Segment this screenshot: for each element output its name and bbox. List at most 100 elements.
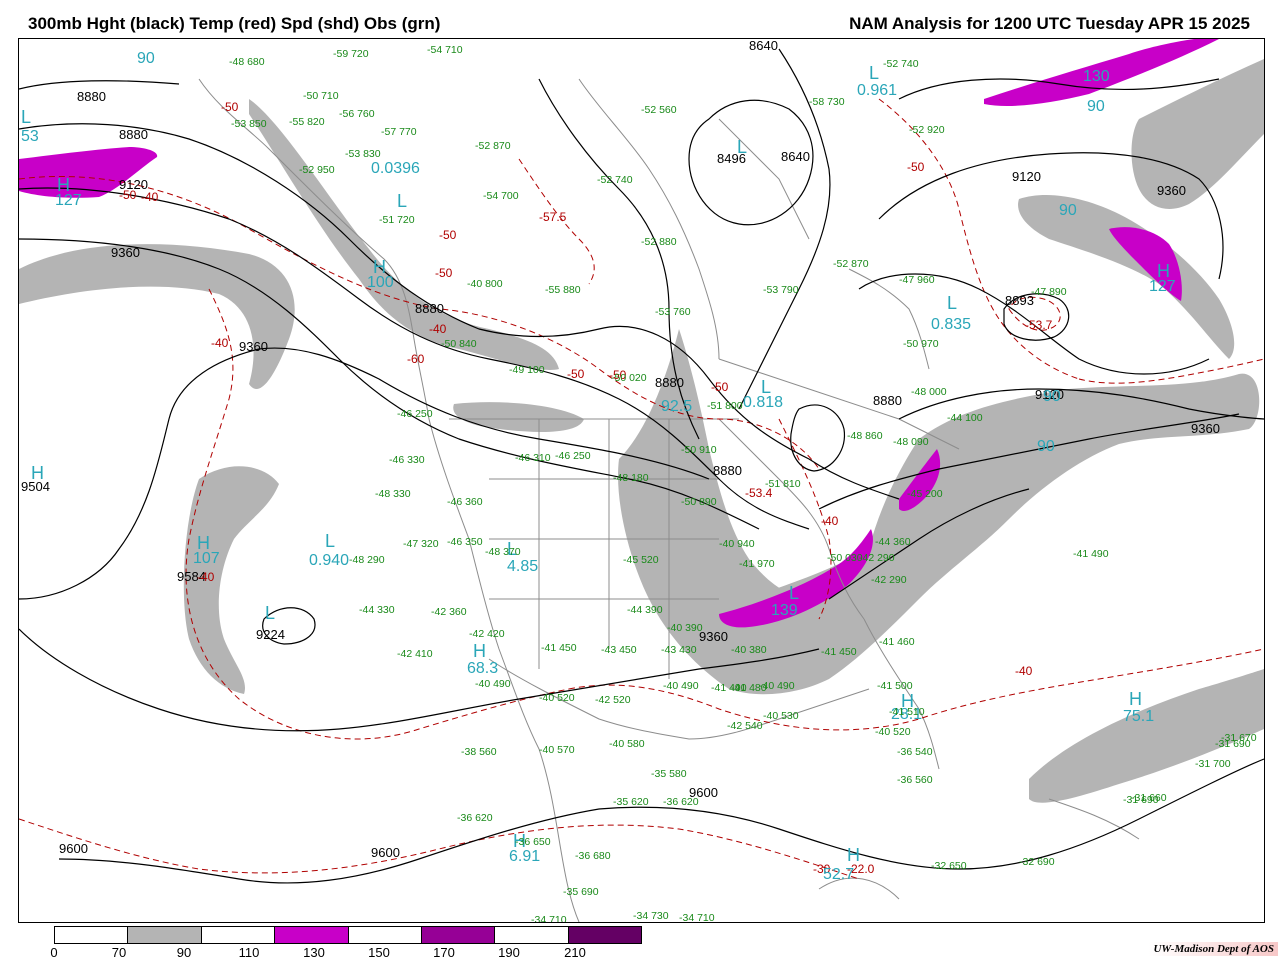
speed-label: 130 xyxy=(1083,68,1110,85)
high-center: H xyxy=(1157,261,1170,281)
observation: -54 710 xyxy=(427,44,463,56)
observation: -46 350 xyxy=(447,536,483,548)
observation: -47 320 xyxy=(403,538,439,550)
temperature-label: -50 xyxy=(711,380,729,394)
observation: -55 820 xyxy=(289,116,325,128)
observation: -56 760 xyxy=(339,108,375,120)
observation: -48 290 xyxy=(349,554,385,566)
speed-label: 90 xyxy=(1059,202,1077,219)
observation: -46 250 xyxy=(555,450,591,462)
height-label: 9360 xyxy=(111,245,140,260)
temperature-label: -50 xyxy=(435,266,453,280)
height-label: 8640 xyxy=(749,39,778,53)
speed-label: 92.5 xyxy=(661,398,692,415)
temperature-label: -60 xyxy=(407,352,425,366)
height-label: 9600 xyxy=(371,845,400,860)
temperature-label: -50 xyxy=(567,367,585,381)
temperature-label: -40 xyxy=(141,190,159,204)
high-center: H xyxy=(847,845,860,865)
legend-tick: 130 xyxy=(303,945,325,960)
observation: -44 360 xyxy=(875,536,911,548)
weather-map: 8880 8880 9120 9360 9360 8880 8640 8496 … xyxy=(18,38,1265,923)
observation: -48 090 xyxy=(893,436,929,448)
observation: -51 810 xyxy=(765,478,801,490)
observation: -40 800 xyxy=(467,278,503,290)
height-label: 9360 xyxy=(1191,421,1220,436)
low-center: L xyxy=(397,191,407,211)
credit-label: UW-Madison Dept of AOS xyxy=(1149,942,1278,956)
observation: -42 520 xyxy=(595,694,631,706)
observation: -48 330 xyxy=(375,488,411,500)
legend-tick: 150 xyxy=(368,945,390,960)
high-center: H xyxy=(31,463,44,483)
speed-label: 52.7 xyxy=(823,866,854,883)
legend-tick-labels: 0 70 90 110 130 150 170 190 210 xyxy=(0,945,660,961)
observation: -42 420 xyxy=(469,628,505,640)
legend-tick: 170 xyxy=(433,945,455,960)
temperature-label: -40 xyxy=(821,514,839,528)
observation: -52 740 xyxy=(597,174,633,186)
observation: -46 310 xyxy=(515,452,551,464)
legend-swatch xyxy=(128,927,202,943)
observation: -48 000 xyxy=(911,386,947,398)
height-label: 8880 xyxy=(713,463,742,478)
observation: -34 710 xyxy=(531,914,567,922)
height-label: 9360 xyxy=(239,339,268,354)
observation: -52 950 xyxy=(299,164,335,176)
observation: -47 960 xyxy=(899,274,935,286)
observation: -52 870 xyxy=(475,140,511,152)
observation: -40 520 xyxy=(875,726,911,738)
observation: -41 970 xyxy=(739,558,775,570)
observation: -44 100 xyxy=(947,412,983,424)
observation: -35 690 xyxy=(563,886,599,898)
observation: -40 580 xyxy=(609,738,645,750)
high-center: H xyxy=(57,175,70,195)
observation: -43 450 xyxy=(601,644,637,656)
observation: -40 570 xyxy=(539,744,575,756)
height-label: 8880 xyxy=(77,89,106,104)
temperature-label: -53.7 xyxy=(1025,318,1053,332)
observation: -48 860 xyxy=(847,430,883,442)
observation: -36 650 xyxy=(515,836,551,848)
observation: -52 870 xyxy=(833,258,869,270)
observation: -42 290 xyxy=(859,552,895,564)
observation: -36 560 xyxy=(897,774,933,786)
low-center: L xyxy=(947,293,957,313)
legend-tick: 110 xyxy=(238,945,260,960)
observation: -48 180 xyxy=(613,472,649,484)
observation: -57 770 xyxy=(381,126,417,138)
low-center: L xyxy=(21,107,31,127)
observation: -41 490 xyxy=(1073,548,1109,560)
observation: -42 540 xyxy=(727,720,763,732)
speed-label: 53 xyxy=(21,128,39,145)
observation: -51 800 xyxy=(707,400,743,412)
observation: -36 620 xyxy=(663,796,699,808)
height-label: 9600 xyxy=(59,841,88,856)
observation: -40 490 xyxy=(663,680,699,692)
speed-label: 90 xyxy=(1037,438,1055,455)
observation: -40 520 xyxy=(539,692,575,704)
observation: -51 720 xyxy=(379,214,415,226)
observation: -41 450 xyxy=(821,646,857,658)
observation: -54 700 xyxy=(483,190,519,202)
jet-shading-gray xyxy=(19,59,1264,803)
observation: -38 560 xyxy=(461,746,497,758)
observation: -40 490 xyxy=(475,678,511,690)
observation: -50 910 xyxy=(681,444,717,456)
speed-label: 4.85 xyxy=(507,558,538,575)
height-label: 8880 xyxy=(655,375,684,390)
speed-label: 90 xyxy=(137,50,155,67)
speed-label: 0.0396 xyxy=(371,160,420,177)
observation: -40 490 xyxy=(759,680,795,692)
temperature-label: -50 xyxy=(907,160,925,174)
speed-label: 0.940 xyxy=(309,552,349,569)
observation: -32 650 xyxy=(931,860,967,872)
observation: -31 690 xyxy=(1123,794,1159,806)
observation: -40 940 xyxy=(719,538,755,550)
height-label: 8880 xyxy=(873,393,902,408)
observation: -52 740 xyxy=(883,58,919,70)
height-label: 8880 xyxy=(415,301,444,316)
legend-tick: 90 xyxy=(176,945,192,960)
observation: -44 390 xyxy=(627,604,663,616)
observation: -36 540 xyxy=(897,746,933,758)
